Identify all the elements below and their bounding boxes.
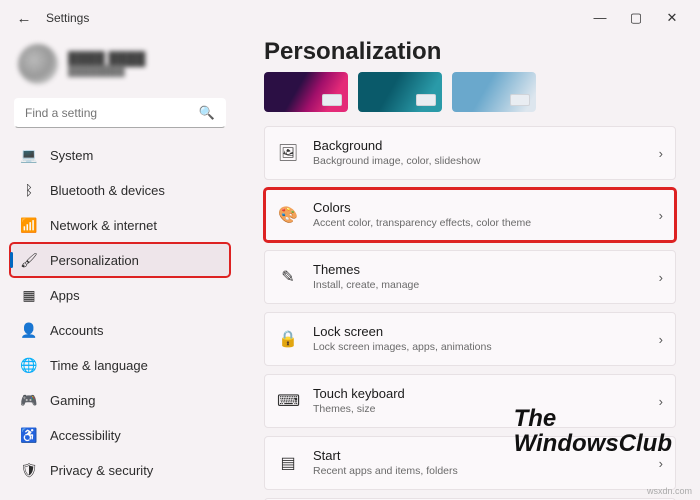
sidebar-item-network-internet[interactable]: 📶 Network & internet — [10, 208, 230, 242]
setting-item-lock-screen[interactable]: 🔒 Lock screenLock screen images, apps, an… — [264, 312, 676, 366]
nav-label: Network & internet — [50, 218, 157, 233]
nav-icon: ▦ — [20, 287, 38, 304]
chevron-right-icon: › — [659, 456, 663, 471]
sidebar-item-accessibility[interactable]: ♿ Accessibility — [10, 418, 230, 452]
setting-icon: ⌨ — [277, 391, 299, 411]
sidebar: ████ ████ ████████ 🔍 💻 System ᛒ Bluetooth &… — [0, 36, 240, 500]
minimize-button[interactable]: — — [582, 10, 618, 26]
close-button[interactable]: ✕ — [654, 10, 690, 26]
setting-icon: ✎ — [277, 267, 299, 287]
setting-sub: Lock screen images, apps, animations — [313, 341, 659, 355]
nav-icon: 🌐 — [20, 357, 38, 374]
sidebar-item-personalization[interactable]: 🖌 Personalization — [10, 243, 230, 277]
search-box[interactable]: 🔍 — [14, 98, 226, 128]
search-icon: 🔍 — [199, 105, 215, 121]
nav-list: 💻 System ᛒ Bluetooth & devices 📶 Network & in… — [10, 138, 230, 500]
profile-sub: ████████ — [68, 66, 145, 77]
profile-block[interactable]: ████ ████ ████████ — [18, 44, 222, 84]
setting-item-themes[interactable]: ✎ ThemesInstall, create, manage› — [264, 250, 676, 304]
nav-label: Accessibility — [50, 428, 121, 443]
nav-icon: 💻 — [20, 147, 38, 164]
theme-preview-3[interactable] — [452, 72, 536, 112]
nav-label: Gaming — [50, 393, 96, 408]
theme-preview-1[interactable] — [264, 72, 348, 112]
nav-icon: ᛒ — [20, 182, 38, 198]
back-button[interactable]: ← — [10, 10, 38, 27]
sidebar-item-gaming[interactable]: 🎮 Gaming — [10, 383, 230, 417]
setting-title: Start — [313, 448, 659, 465]
setting-item-colors[interactable]: 🎨 ColorsAccent color, transparency effect… — [264, 188, 676, 242]
setting-item-start[interactable]: ▤ StartRecent apps and items, folders› — [264, 436, 676, 490]
main-content: Personalization 🖼 BackgroundBackground im… — [240, 36, 700, 500]
chevron-right-icon: › — [659, 146, 663, 161]
chevron-right-icon: › — [659, 332, 663, 347]
setting-icon: ▤ — [277, 453, 299, 473]
chevron-right-icon: › — [659, 394, 663, 409]
page-title: Personalization — [264, 38, 676, 66]
nav-label: Accounts — [50, 323, 103, 338]
setting-sub: Recent apps and items, folders — [313, 465, 659, 479]
nav-label: Personalization — [50, 253, 139, 268]
sidebar-item-windows-update[interactable]: ⟳Windows Update — [10, 488, 230, 500]
setting-title: Colors — [313, 200, 659, 217]
nav-icon: 🛡 — [20, 462, 38, 479]
nav-icon: ⟳ — [20, 497, 38, 500]
nav-icon: 🎮 — [20, 392, 38, 409]
setting-icon: 🎨 — [277, 205, 299, 225]
setting-icon: 🔒 — [277, 329, 299, 349]
search-input[interactable] — [25, 106, 199, 120]
nav-icon: 🖌 — [20, 252, 38, 269]
profile-name: ████ ████ — [68, 51, 145, 66]
sidebar-item-system[interactable]: 💻 System — [10, 138, 230, 172]
window-controls: — ▢ ✕ — [582, 10, 690, 26]
maximize-button[interactable]: ▢ — [618, 10, 654, 26]
setting-sub: Themes, size — [313, 403, 659, 417]
app-title: Settings — [46, 11, 89, 25]
setting-item-background[interactable]: 🖼 BackgroundBackground image, color, slid… — [264, 126, 676, 180]
sidebar-item-accounts[interactable]: 👤 Accounts — [10, 313, 230, 347]
nav-label: Bluetooth & devices — [50, 183, 165, 198]
setting-title: Touch keyboard — [313, 386, 659, 403]
nav-label: Apps — [50, 288, 80, 303]
titlebar: ← Settings — ▢ ✕ — [0, 0, 700, 36]
nav-label: Time & language — [50, 358, 148, 373]
setting-item-touch-keyboard[interactable]: ⌨ Touch keyboardThemes, size› — [264, 374, 676, 428]
sidebar-item-privacy-security[interactable]: 🛡 Privacy & security — [10, 453, 230, 487]
setting-sub: Background image, color, slideshow — [313, 155, 659, 169]
sidebar-item-bluetooth-devices[interactable]: ᛒ Bluetooth & devices — [10, 173, 230, 207]
chevron-right-icon: › — [659, 208, 663, 223]
setting-title: Lock screen — [313, 324, 659, 341]
nav-icon: ♿ — [20, 427, 38, 444]
nav-label: System — [50, 148, 93, 163]
chevron-right-icon: › — [659, 270, 663, 285]
nav-label: Privacy & security — [50, 463, 153, 478]
setting-title: Themes — [313, 262, 659, 279]
nav-icon: 📶 — [20, 217, 38, 234]
nav-icon: 👤 — [20, 322, 38, 339]
settings-list: 🖼 BackgroundBackground image, color, slid… — [264, 126, 676, 500]
setting-sub: Accent color, transparency effects, colo… — [313, 217, 659, 231]
setting-icon: 🖼 — [277, 143, 299, 163]
sidebar-item-apps[interactable]: ▦ Apps — [10, 278, 230, 312]
setting-title: Background — [313, 138, 659, 155]
theme-previews — [264, 72, 676, 112]
sidebar-item-time-language[interactable]: 🌐 Time & language — [10, 348, 230, 382]
setting-sub: Install, create, manage — [313, 279, 659, 293]
theme-preview-2[interactable] — [358, 72, 442, 112]
avatar — [18, 44, 58, 84]
